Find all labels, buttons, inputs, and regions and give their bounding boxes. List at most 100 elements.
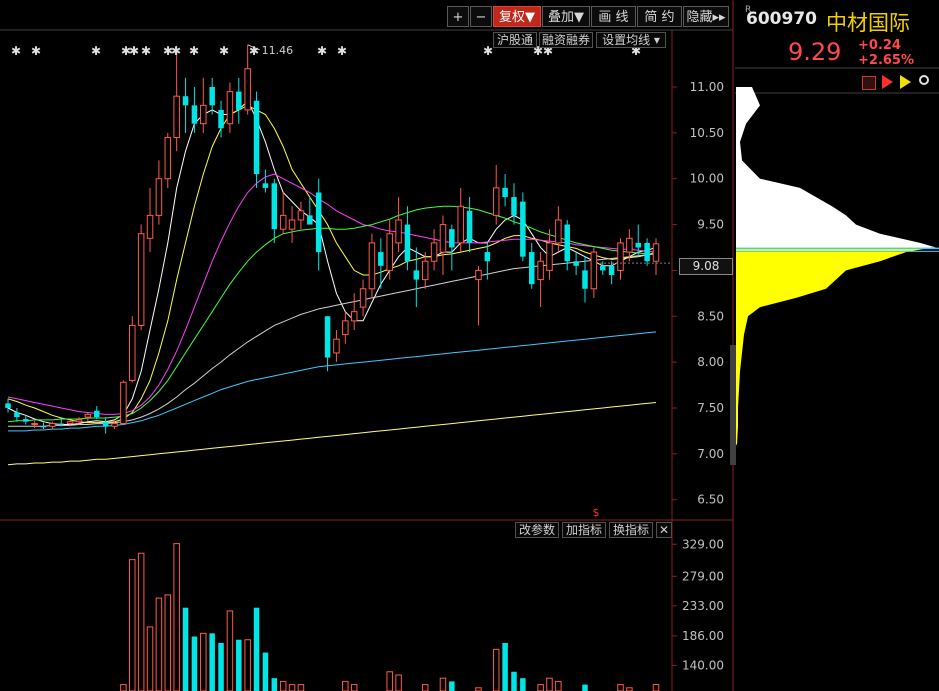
volume-bar[interactable] <box>395 674 402 691</box>
volume-bar[interactable] <box>279 680 287 691</box>
candle-body[interactable] <box>297 210 305 221</box>
change-params-button[interactable]: 改参数 <box>515 522 559 538</box>
event-marker[interactable]: ✱ <box>337 44 347 58</box>
candle-body[interactable] <box>315 192 322 253</box>
volume-bar[interactable] <box>262 652 269 691</box>
event-marker[interactable]: ✱ <box>219 44 229 58</box>
candle-body[interactable] <box>75 419 83 423</box>
candle-body[interactable] <box>271 183 278 230</box>
volume-bar[interactable] <box>146 626 154 691</box>
event-marker[interactable]: ✱ <box>171 44 181 58</box>
volume-bar[interactable] <box>652 684 660 691</box>
candle-body[interactable] <box>421 260 429 281</box>
candle-body[interactable] <box>430 242 438 262</box>
volume-bar[interactable] <box>617 684 624 691</box>
hgt-button[interactable]: 沪股通 <box>493 32 537 48</box>
candle-body[interactable] <box>288 219 296 230</box>
volume-bar[interactable] <box>342 680 349 691</box>
candle-body[interactable] <box>137 233 145 326</box>
zoom-out-button[interactable]: − <box>470 6 492 27</box>
candle-body[interactable] <box>475 269 482 281</box>
candle-body[interactable] <box>146 214 154 239</box>
candle-body[interactable] <box>386 233 393 271</box>
candle-body[interactable] <box>58 423 65 425</box>
simple-mode-button[interactable]: 简 约 <box>637 6 682 27</box>
volume-bar[interactable] <box>164 594 172 691</box>
candle-body[interactable] <box>546 242 553 271</box>
candle-body[interactable] <box>599 265 606 271</box>
event-marker[interactable]: ✱ <box>11 44 21 58</box>
candle-body[interactable] <box>155 178 163 216</box>
volume-bar[interactable] <box>226 610 234 691</box>
volume-bar[interactable] <box>520 678 526 691</box>
volume-bar[interactable] <box>137 552 145 691</box>
volume-bar[interactable] <box>511 671 517 691</box>
candle-body[interactable] <box>608 265 615 275</box>
candle-body[interactable] <box>333 338 340 354</box>
candle-body[interactable] <box>520 201 526 257</box>
candle-body[interactable] <box>484 252 491 262</box>
candle-body[interactable] <box>236 91 242 110</box>
candle-body[interactable] <box>262 183 269 188</box>
candle-body[interactable] <box>368 242 376 290</box>
candle-body[interactable] <box>342 320 349 336</box>
candle-body[interactable] <box>40 426 47 428</box>
candle-body[interactable] <box>378 252 384 266</box>
candle-body[interactable] <box>111 423 118 427</box>
candle-body[interactable] <box>395 219 402 244</box>
candle-body[interactable] <box>129 324 136 381</box>
event-marker[interactable]: ✱ <box>483 44 493 58</box>
volume-bar[interactable] <box>492 648 500 691</box>
candle-body[interactable] <box>49 423 56 427</box>
candle-body[interactable] <box>617 242 624 271</box>
candle-body[interactable] <box>635 242 641 248</box>
candle-body[interactable] <box>537 260 544 281</box>
volume-bar[interactable] <box>297 684 305 691</box>
fuquan-button[interactable]: 复权▼ <box>493 6 541 27</box>
candle-body[interactable] <box>590 251 598 290</box>
candle-body[interactable] <box>14 412 20 418</box>
volume-bar[interactable] <box>421 684 429 691</box>
event-marker[interactable]: ✱ <box>91 44 101 58</box>
event-marker[interactable]: ✱ <box>317 44 327 58</box>
volume-bar[interactable] <box>120 684 127 691</box>
volume-bar[interactable] <box>209 633 215 691</box>
candle-body[interactable] <box>218 109 224 129</box>
candle-body[interactable] <box>511 197 517 216</box>
close-indicator-button[interactable]: ✕ <box>656 522 672 538</box>
event-marker[interactable]: ✱ <box>31 44 41 58</box>
volume-bar[interactable] <box>537 684 544 691</box>
volume-bar[interactable] <box>200 632 207 691</box>
candle-body[interactable] <box>492 187 500 216</box>
candle-body[interactable] <box>307 215 313 225</box>
candle-body[interactable] <box>23 418 29 422</box>
candle-body[interactable] <box>582 270 588 289</box>
volume-bar[interactable] <box>271 678 278 691</box>
candle-body[interactable] <box>253 100 260 175</box>
candle-body[interactable] <box>644 242 650 262</box>
volume-bar[interactable] <box>386 671 393 691</box>
candle-body[interactable] <box>200 104 207 125</box>
volume-bar[interactable] <box>449 681 455 691</box>
hide-button[interactable]: 隐藏▸▸ <box>683 6 729 27</box>
candle-body[interactable] <box>626 237 633 253</box>
candle-body[interactable] <box>652 243 660 262</box>
volume-bar[interactable] <box>555 680 562 691</box>
candle-body[interactable] <box>279 214 287 230</box>
volume-bar[interactable] <box>502 642 508 691</box>
add-indicator-button[interactable]: 加指标 <box>562 522 606 538</box>
magnifier-icon[interactable] <box>919 75 929 85</box>
margin-trading-button[interactable]: 融资融券 <box>539 32 593 48</box>
candle-body[interactable] <box>244 68 251 111</box>
overlay-button[interactable]: 叠加▼ <box>542 6 590 27</box>
candle-body[interactable] <box>94 410 100 418</box>
candle-body[interactable] <box>555 219 562 244</box>
candle-body[interactable] <box>404 224 411 262</box>
candle-body[interactable] <box>226 91 234 125</box>
volume-bar[interactable] <box>191 636 198 691</box>
event-marker[interactable]: ✱ <box>141 44 151 58</box>
volume-bar[interactable] <box>182 607 189 691</box>
candle-body[interactable] <box>182 96 189 106</box>
volume-bar[interactable] <box>350 684 358 691</box>
candle-body[interactable] <box>120 381 127 425</box>
